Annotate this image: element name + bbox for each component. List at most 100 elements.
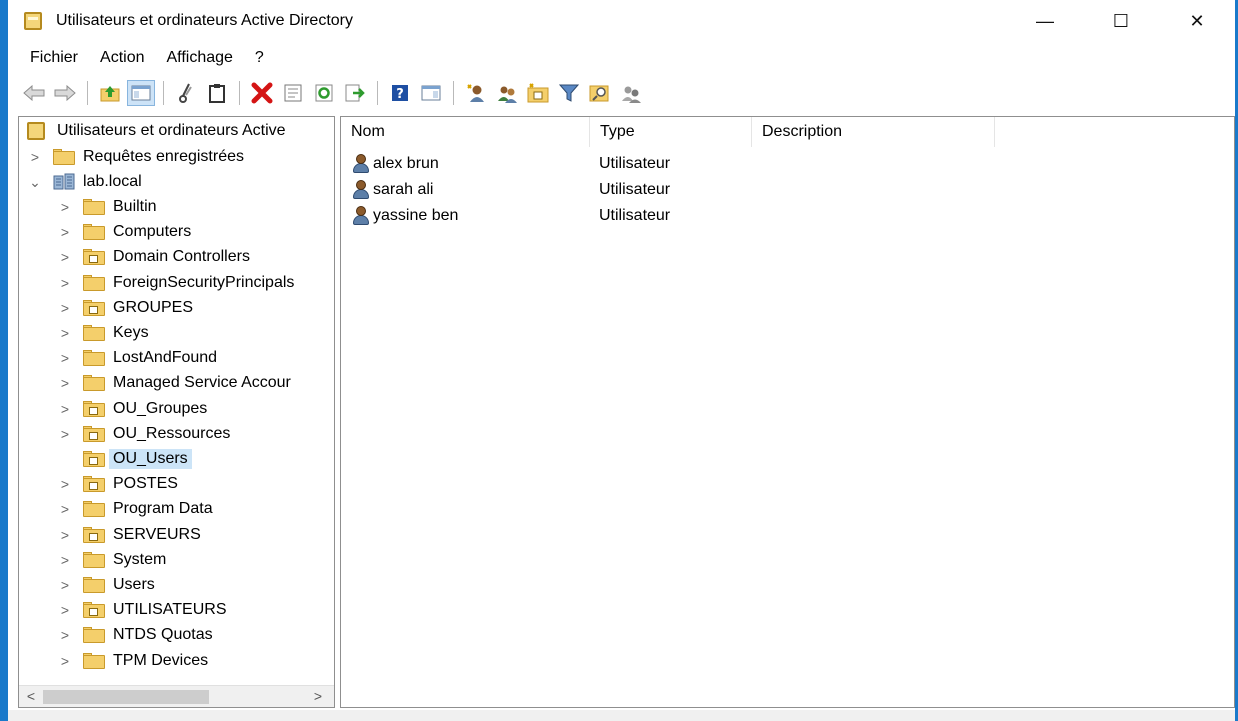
scrollbar-thumb[interactable] xyxy=(43,690,209,704)
chevron-right-icon[interactable]: > xyxy=(57,375,73,391)
list-item-name[interactable]: yassine ben xyxy=(351,203,458,229)
chevron-right-icon[interactable]: > xyxy=(57,300,73,316)
chevron-right-icon[interactable]: > xyxy=(57,275,73,291)
chevron-right-icon[interactable]: > xyxy=(57,552,73,568)
chevron-right-icon[interactable]: > xyxy=(57,602,73,618)
folder-icon xyxy=(83,551,105,568)
tree-item[interactable]: > ForeignSecurityPrincipals xyxy=(57,271,294,295)
show-hide-action-pane-button[interactable] xyxy=(417,80,445,106)
tree-item[interactable]: > Managed Service Accour xyxy=(57,371,291,395)
folder-icon xyxy=(83,325,105,341)
tree-item[interactable]: > Computers xyxy=(57,220,191,244)
list-item-name[interactable]: alex brun xyxy=(351,151,439,177)
tree-item-label: TPM Devices xyxy=(113,651,209,669)
find-button[interactable] xyxy=(586,80,614,106)
folder-icon xyxy=(83,199,105,215)
tree-item[interactable]: > GROUPES xyxy=(57,296,193,320)
tree-horizontal-scrollbar[interactable]: < > xyxy=(19,685,334,707)
properties-button[interactable] xyxy=(279,80,307,106)
copy-button[interactable] xyxy=(203,80,231,106)
refresh-button[interactable] xyxy=(310,80,338,106)
chevron-right-icon[interactable]: > xyxy=(57,501,73,517)
export-list-button[interactable] xyxy=(341,80,369,106)
chevron-down-icon[interactable]: ⌄ xyxy=(27,174,43,191)
chevron-right-icon[interactable]: > xyxy=(57,653,73,669)
tree-item[interactable]: > UTILISATEURS xyxy=(57,598,227,622)
filter-icon xyxy=(559,84,579,102)
menu-action[interactable]: Action xyxy=(100,49,144,67)
tree-item[interactable]: > Program Data xyxy=(57,497,213,521)
tree-item[interactable]: > OU_Groupes xyxy=(57,397,207,421)
add-to-group-button[interactable] xyxy=(617,80,645,106)
list-item-type: Utilisateur xyxy=(599,181,671,198)
menu-fichier[interactable]: Fichier xyxy=(30,49,78,67)
tree-item[interactable]: > POSTES xyxy=(57,472,178,496)
menu-help[interactable]: ? xyxy=(255,49,264,67)
list-item-name[interactable]: sarah ali xyxy=(351,177,433,203)
tree-item[interactable]: > Builtin xyxy=(57,195,157,219)
chevron-right-icon[interactable]: > xyxy=(57,249,73,265)
create-ou-button[interactable] xyxy=(524,80,552,106)
maximize-button[interactable]: ☐ xyxy=(1083,0,1159,42)
minimize-button[interactable]: — xyxy=(1007,0,1083,42)
chevron-right-icon[interactable]: > xyxy=(57,401,73,417)
chevron-right-icon[interactable]: > xyxy=(27,149,43,165)
chevron-right-icon[interactable]: > xyxy=(57,325,73,341)
scroll-right-icon[interactable]: > xyxy=(310,688,326,706)
menu-affichage[interactable]: Affichage xyxy=(166,49,232,67)
column-header-type[interactable]: Type xyxy=(590,117,752,147)
details-list[interactable]: Nom Type Description alex brun Utilisateu… xyxy=(340,116,1235,708)
chevron-right-icon[interactable]: > xyxy=(57,426,73,442)
delete-button[interactable] xyxy=(248,80,276,106)
toolbar-separator xyxy=(377,81,378,105)
list-item-type: Utilisateur xyxy=(599,155,671,172)
scroll-left-icon[interactable]: < xyxy=(23,688,39,706)
tree-item[interactable]: > TPM Devices xyxy=(57,649,208,673)
chevron-right-icon[interactable]: > xyxy=(57,577,73,593)
refresh-icon xyxy=(315,84,333,102)
filter-button[interactable] xyxy=(555,80,583,106)
close-button[interactable]: ✕ xyxy=(1159,0,1235,42)
back-button[interactable] xyxy=(20,80,48,106)
show-hide-tree-button[interactable] xyxy=(127,80,155,106)
user-icon xyxy=(351,154,371,174)
tree-item[interactable]: > Users xyxy=(57,573,155,597)
chevron-right-icon[interactable]: > xyxy=(57,627,73,643)
forward-button[interactable] xyxy=(51,80,79,106)
tree-item[interactable]: > LostAndFound xyxy=(57,346,217,370)
tree-item[interactable]: > Domain Controllers xyxy=(57,245,250,269)
up-level-button[interactable] xyxy=(96,80,124,106)
tree-item-label: Users xyxy=(113,576,155,593)
tree-item[interactable]: > NTDS Quotas xyxy=(57,623,213,647)
forward-arrow-icon xyxy=(54,85,76,101)
find-icon xyxy=(589,85,609,102)
create-group-button[interactable] xyxy=(493,80,521,106)
tree-item-label: System xyxy=(113,550,167,568)
folder-icon xyxy=(83,501,105,518)
tree-root[interactable]: Utilisateurs et ordinateurs Active xyxy=(27,119,286,143)
tree-item[interactable]: > Keys xyxy=(57,321,149,345)
user-name: sarah ali xyxy=(373,181,434,198)
chevron-right-icon[interactable]: > xyxy=(57,476,73,492)
list-item-type: Utilisateur xyxy=(599,207,671,224)
chevron-right-icon[interactable]: > xyxy=(57,527,73,543)
chevron-right-icon[interactable]: > xyxy=(57,199,73,215)
chevron-right-icon[interactable]: > xyxy=(57,350,73,366)
console-tree[interactable]: Utilisateurs et ordinateurs Active > Req… xyxy=(18,116,335,708)
tree-item-domain[interactable]: ⌄ lab.local xyxy=(27,170,142,194)
tree-item[interactable]: OU_Users xyxy=(57,447,192,471)
tree-item[interactable]: > System xyxy=(57,548,166,572)
export-icon xyxy=(345,84,365,102)
title-bar: Utilisateurs et ordinateurs Active Direc… xyxy=(8,0,1235,42)
tree-item[interactable]: > OU_Ressources xyxy=(57,422,230,446)
tree-item-label: POSTES xyxy=(113,475,178,493)
window-border-left xyxy=(0,0,8,721)
help-button[interactable]: ? xyxy=(386,80,414,106)
column-header-nom[interactable]: Nom xyxy=(341,117,590,147)
create-user-button[interactable] xyxy=(462,80,490,106)
chevron-right-icon[interactable]: > xyxy=(57,224,73,240)
tree-item[interactable]: > SERVEURS xyxy=(57,523,201,547)
cut-button[interactable] xyxy=(172,80,200,106)
tree-item-saved-queries[interactable]: > Requêtes enregistrées xyxy=(27,145,244,169)
column-header-description[interactable]: Description xyxy=(752,117,995,147)
